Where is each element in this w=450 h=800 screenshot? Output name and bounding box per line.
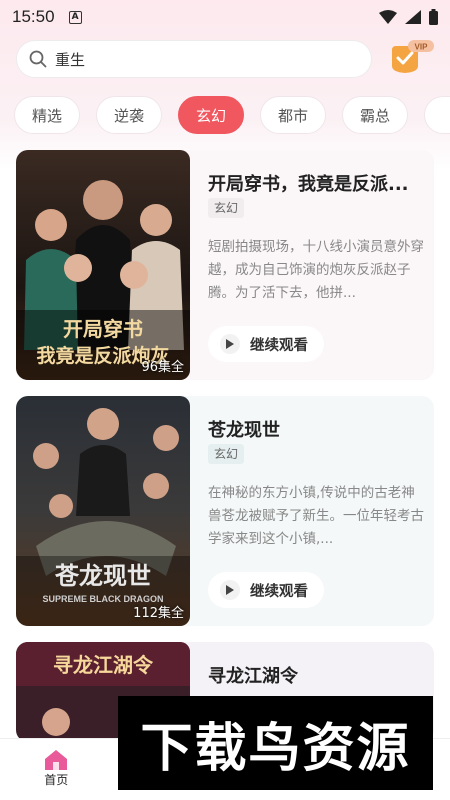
battery-icon [429,9,438,25]
home-icon [45,750,68,770]
drama-description: 在神秘的东方小镇,传说中的古老神兽苍龙被赋予了新生。一位年轻考古学家来到这个小镇… [208,485,424,547]
nav-home[interactable]: 首页 [0,739,113,800]
episode-count: 112集全 [133,606,184,621]
vip-icon: VIP [392,40,434,73]
drama-cover[interactable]: 开局穿书 我竟是反派炮灰 96集全 [16,150,190,380]
drama-card[interactable]: 开局穿书 我竟是反派炮灰 96集全 开局穿书，我竟是反派... 玄幻 短剧拍摄现… [16,150,434,380]
continue-watching-button[interactable]: 继续观看 [208,326,324,362]
nav-home-label: 首页 [44,773,69,787]
drama-title[interactable]: 开局穿书，我竟是反派... [208,170,426,196]
cover-art: 苍龙现世 SUPREME BLACK DRAGON [16,396,190,626]
genre-tag: 玄幻 [208,198,245,218]
continue-watching-button[interactable]: 继续观看 [208,572,324,608]
play-icon [220,580,240,600]
continue-watching-label: 继续观看 [250,583,308,600]
search-input[interactable]: 重生 [16,40,372,78]
search-icon [29,50,47,68]
status-time: 15:50 [12,7,55,26]
cover-title-1: 开局穿书 [63,317,143,341]
continue-watching-label: 继续观看 [250,337,308,354]
genre-tag: 玄幻 [208,444,245,464]
notification-icon: A [68,10,82,24]
tab-gu[interactable]: 古 [424,96,450,134]
status-bar: 15:50 A [0,0,450,34]
watermark-overlay: 下载鸟资源 [118,696,433,790]
play-icon [220,334,240,354]
drama-card[interactable]: 苍龙现世 SUPREME BLACK DRAGON 112集全 苍龙现世 玄幻 … [16,396,434,626]
drama-title[interactable]: 寻龙江湖令 [208,662,426,688]
tab-jingxuan[interactable]: 精选 [14,96,80,134]
signal-icon [405,10,421,24]
wifi-icon [379,10,397,24]
drama-title[interactable]: 苍龙现世 [208,416,426,442]
tab-bazong[interactable]: 霸总 [342,96,408,134]
tab-dushi[interactable]: 都市 [260,96,326,134]
status-icons [379,9,438,25]
cover-title-1: 苍龙现世 [54,561,151,590]
cover-art: 开局穿书 我竟是反派炮灰 [16,150,190,380]
tab-xuanhuan[interactable]: 玄幻 [178,96,244,134]
drama-cover[interactable]: 苍龙现世 SUPREME BLACK DRAGON 112集全 [16,396,190,626]
cover-title-1: 寻龙江湖令 [53,653,154,677]
search-query: 重生 [55,50,86,69]
vip-label: VIP [415,43,429,52]
category-tabs: 精选 逆袭 玄幻 都市 霸总 古 [14,96,450,134]
vip-button[interactable]: VIP [388,40,436,74]
drama-description: 短剧拍摄现场，十八线小演员意外穿越，成为自己饰演的炮灰反派赵子腾。为了活下去，他… [208,239,424,301]
tab-nixi[interactable]: 逆袭 [96,96,162,134]
episode-count: 96集全 [141,360,184,375]
